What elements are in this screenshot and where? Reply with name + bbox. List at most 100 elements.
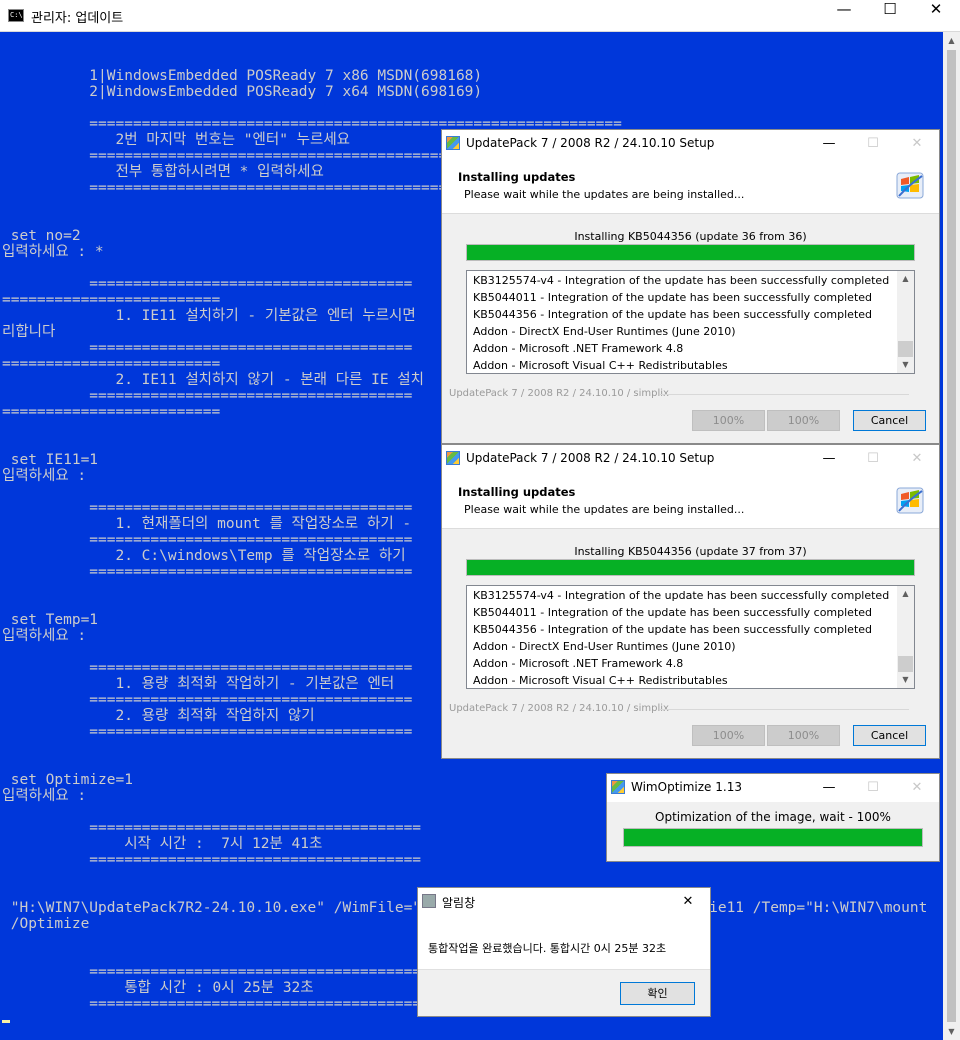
- log-item: Addon - Microsoft Visual C++ Redistribut…: [473, 359, 728, 372]
- close-button[interactable]: ✕: [666, 888, 710, 916]
- windows-flag-icon: [446, 451, 460, 465]
- app-icon: [611, 780, 625, 794]
- header-title: Installing updates: [458, 170, 576, 184]
- console-title: 관리자: 업데이트: [31, 11, 124, 26]
- updatepack-dialog-1[interactable]: UpdatePack 7 / 2008 R2 / 24.10.10 Setup …: [441, 129, 940, 444]
- console-line: 시작 시간 : 7시 12분 41초: [2, 836, 323, 852]
- windows-flag-icon: [446, 136, 460, 150]
- ok-button[interactable]: 확인: [620, 982, 695, 1005]
- scroll-down-icon[interactable]: ▼: [943, 1023, 960, 1040]
- dialog-titlebar[interactable]: 알림창 ✕: [418, 888, 710, 916]
- console-line: =====================================: [2, 276, 413, 292]
- console-line: =====================================: [2, 660, 413, 676]
- dialog-title: UpdatePack 7 / 2008 R2 / 24.10.10 Setup: [466, 451, 715, 465]
- maximize-button: ☐: [867, 780, 879, 795]
- scroll-up-icon[interactable]: ▲: [943, 32, 960, 49]
- console-line: ======================================: [2, 852, 422, 868]
- optimize-progress-bar: [623, 828, 923, 847]
- maximize-button[interactable]: ☐: [867, 0, 913, 31]
- dialog-header: Installing updates Please wait while the…: [442, 158, 939, 214]
- log-item: Addon - Microsoft .NET Framework 4.8: [473, 342, 684, 355]
- scrollbar-thumb[interactable]: [898, 656, 913, 672]
- close-button[interactable]: ✕: [913, 0, 959, 31]
- log-item: KB5044011 - Integration of the update ha…: [473, 606, 873, 619]
- update-log-list[interactable]: ▲ ▼ KB3125574-v4 - Integration of the up…: [466, 270, 915, 374]
- console-line: 리합니다: [2, 324, 56, 340]
- updatepack-dialog-2[interactable]: UpdatePack 7 / 2008 R2 / 24.10.10 Setup …: [441, 444, 940, 759]
- minimize-button[interactable]: —: [807, 130, 851, 158]
- console-line: =====================================: [2, 564, 413, 580]
- cancel-button[interactable]: Cancel: [853, 410, 926, 431]
- scrollbar-thumb[interactable]: [947, 50, 956, 1022]
- dialog-title: UpdatePack 7 / 2008 R2 / 24.10.10 Setup: [466, 136, 715, 150]
- console-line: 입력하세요 :: [2, 628, 87, 644]
- log-item: Addon - DirectX End-User Runtimes (June …: [473, 640, 736, 653]
- progress-percent-button-1: 100%: [692, 725, 765, 746]
- windows-flag-icon: [896, 487, 924, 514]
- scroll-down-icon[interactable]: ▼: [897, 672, 914, 688]
- progress-fill: [467, 245, 914, 260]
- header-subtitle: Please wait while the updates are being …: [464, 503, 745, 516]
- alert-dialog[interactable]: 알림창 ✕ 통합작업을 완료했습니다. 통합시간 0시 25분 32초 확인: [417, 887, 711, 1017]
- log-item: KB5044011 - Integration of the update ha…: [473, 291, 873, 304]
- console-line: ======================================: [2, 996, 422, 1012]
- console-line: =====================================: [2, 724, 413, 740]
- alert-message: 통합작업을 완료했습니다. 통합시간 0시 25분 32초: [428, 942, 667, 955]
- console-line: 입력하세요 : *: [2, 244, 104, 260]
- console-scrollbar[interactable]: ▲ ▼: [943, 32, 960, 1040]
- progress-fill: [624, 829, 922, 846]
- progress-percent-button-2: 100%: [767, 725, 840, 746]
- console-line: /Optimize: [2, 916, 90, 932]
- install-status: Installing KB5044356 (update 37 from 37): [574, 545, 807, 558]
- console-line: set Optimize=1: [2, 772, 133, 788]
- maximize-button: ☐: [867, 451, 879, 466]
- console-line: 2번 마지막 번호는 "엔터" 누르세요: [2, 132, 351, 148]
- console-line: 2. C:\windows\Temp 를 작업장소로 하기: [2, 548, 406, 564]
- alert-footer: 확인: [418, 969, 710, 1016]
- dialog-title: WimOptimize 1.13: [631, 780, 742, 794]
- header-title: Installing updates: [458, 485, 576, 499]
- scrollbar-thumb[interactable]: [898, 341, 913, 357]
- console-line: 2|WindowsEmbedded POSReady 7 x64 MSDN(69…: [2, 84, 483, 100]
- dialog-titlebar[interactable]: WimOptimize 1.13 — ☐ ✕: [607, 774, 939, 802]
- wimoptimize-dialog[interactable]: WimOptimize 1.13 — ☐ ✕ Optimization of t…: [606, 773, 940, 862]
- dialog-titlebar[interactable]: UpdatePack 7 / 2008 R2 / 24.10.10 Setup …: [442, 445, 939, 473]
- brand-label: UpdatePack 7 / 2008 R2 / 24.10.10 / simp…: [449, 388, 669, 399]
- progress-percent-button-1: 100%: [692, 410, 765, 431]
- console-line: ======================================: [2, 964, 422, 980]
- dialog-title: 알림창: [442, 896, 476, 910]
- log-item: Addon - Microsoft Visual C++ Redistribut…: [473, 674, 728, 687]
- console-line: set IE11=1: [2, 452, 99, 468]
- console-line: set no=2: [2, 228, 81, 244]
- console-line: 입력하세요 :: [2, 788, 87, 804]
- console-line: 입력하세요 :: [2, 468, 87, 484]
- console-line: =========================: [2, 292, 221, 308]
- console-line: ======================================: [2, 820, 422, 836]
- minimize-button[interactable]: —: [821, 0, 867, 31]
- console-line: 1. 현재폴더의 mount 를 작업장소로 하기 -: [2, 516, 412, 532]
- divider: [660, 394, 909, 395]
- console-line: 1. 용량 최적화 작업하기 - 기본값은 엔터: [2, 676, 395, 692]
- update-log-list[interactable]: ▲ ▼ KB3125574-v4 - Integration of the up…: [466, 585, 915, 689]
- log-item: KB3125574-v4 - Integration of the update…: [473, 274, 890, 287]
- progress-fill: [467, 560, 914, 575]
- scroll-down-icon[interactable]: ▼: [897, 357, 914, 373]
- install-progress-bar: [466, 559, 915, 576]
- scroll-up-icon[interactable]: ▲: [897, 586, 914, 602]
- cancel-button[interactable]: Cancel: [853, 725, 926, 746]
- log-scrollbar[interactable]: ▲ ▼: [897, 586, 914, 688]
- scroll-up-icon[interactable]: ▲: [897, 271, 914, 287]
- install-status: Installing KB5044356 (update 36 from 36): [574, 230, 807, 243]
- minimize-button[interactable]: —: [807, 445, 851, 473]
- optimize-status: Optimization of the image, wait - 100%: [655, 810, 891, 824]
- console-line: 2. 용량 최적화 작업하지 않기: [2, 708, 315, 724]
- brand-label: UpdatePack 7 / 2008 R2 / 24.10.10 / simp…: [449, 703, 669, 714]
- console-line: =========================: [2, 404, 221, 420]
- close-button: ✕: [911, 136, 923, 151]
- log-scrollbar[interactable]: ▲ ▼: [897, 271, 914, 373]
- minimize-button[interactable]: —: [807, 774, 851, 802]
- dialog-titlebar[interactable]: UpdatePack 7 / 2008 R2 / 24.10.10 Setup …: [442, 130, 939, 158]
- log-item: Addon - DirectX End-User Runtimes (June …: [473, 325, 736, 338]
- console-cursor: [2, 1020, 10, 1023]
- console-titlebar[interactable]: C:\ 관리자: 업데이트 — ☐ ✕: [0, 0, 960, 32]
